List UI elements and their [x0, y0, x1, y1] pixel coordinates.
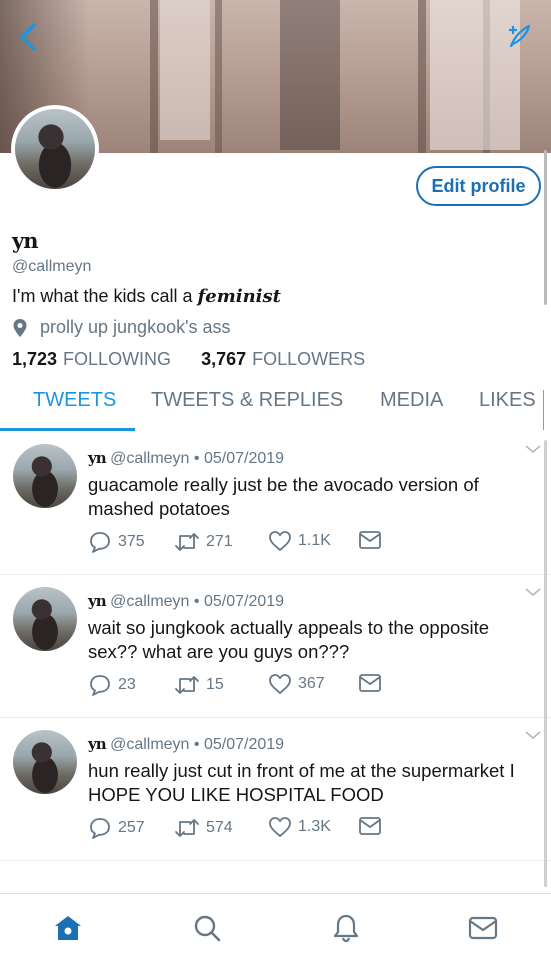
banner-window-pane: [160, 0, 210, 140]
tweet-date: 05/07/2019: [203, 593, 285, 610]
follow-stats: 1,723 FOLLOWING 3,767 FOLLOWERS: [12, 349, 395, 370]
tweet-actions: 375 271 1.1K: [88, 530, 408, 554]
heart-icon: [269, 674, 291, 694]
retweet-icon: [175, 676, 199, 694]
tweet-actions: 257 574 1.3K: [88, 816, 408, 840]
bio-emphasis: feminist: [197, 286, 281, 307]
reply-icon: [90, 532, 110, 553]
tweet-author-name: yn: [88, 735, 107, 753]
envelope-icon: [359, 531, 381, 549]
tweet-meta: yn @callmeyn • 05/07/2019: [88, 449, 285, 467]
reply-count: 257: [118, 819, 145, 836]
chevron-down-icon[interactable]: [525, 587, 541, 597]
tweet-text: wait so jungkook actually appeals to the…: [88, 617, 490, 662]
chevron-down-icon[interactable]: [525, 730, 541, 740]
display-name: yn: [12, 228, 39, 253]
tweet-author-name: yn: [88, 592, 107, 610]
heart-icon: [269, 531, 291, 551]
tweet-meta: yn @callmeyn • 05/07/2019: [88, 592, 285, 610]
edit-profile-button[interactable]: Edit profile: [416, 166, 541, 206]
dm-button[interactable]: [358, 816, 388, 836]
location-text: prolly up jungkook's ass: [40, 317, 231, 337]
tweet-meta: yn @callmeyn • 05/07/2019: [88, 735, 285, 753]
reply-icon: [90, 818, 110, 839]
tweet-avatar[interactable]: [13, 730, 77, 794]
profile-bio: I'm what the kids call a feminist: [12, 286, 281, 307]
chevron-left-icon[interactable]: [14, 20, 44, 54]
tweet[interactable]: yn @callmeyn • 05/07/2019 wait so jungko…: [0, 575, 551, 718]
banner-window-pane: [280, 0, 340, 150]
tweet-date: 05/07/2019: [203, 450, 285, 467]
chevron-down-icon[interactable]: [525, 444, 541, 454]
compose-feather-icon[interactable]: [505, 22, 533, 50]
retweet-count: 271: [206, 533, 233, 550]
tweet-author-handle: @callmeyn: [110, 736, 190, 753]
notifications-icon[interactable]: [330, 912, 362, 944]
following-label: FOLLOWING: [63, 349, 172, 369]
bottom-navigation: [0, 893, 551, 960]
dm-button[interactable]: [358, 673, 388, 693]
retweet-button[interactable]: 15: [174, 673, 224, 697]
following-link[interactable]: 1,723 FOLLOWING: [12, 349, 171, 370]
tab-likes[interactable]: LIKES: [479, 389, 536, 412]
tweet-author-handle: @callmeyn: [110, 593, 190, 610]
tweet-author-name: yn: [88, 449, 107, 467]
retweet-button[interactable]: 574: [174, 816, 233, 840]
like-count: 1.3K: [298, 818, 331, 835]
tab-media[interactable]: MEDIA: [380, 389, 443, 412]
retweet-count: 15: [206, 676, 224, 693]
reply-icon: [90, 675, 110, 696]
search-icon[interactable]: [191, 912, 223, 944]
like-button[interactable]: 367: [268, 673, 325, 695]
followers-count: 3,767: [201, 349, 247, 369]
active-tab-indicator: [0, 428, 135, 431]
like-count: 367: [298, 675, 325, 692]
retweet-count: 574: [206, 819, 233, 836]
like-button[interactable]: 1.1K: [268, 530, 331, 552]
following-count: 1,723: [12, 349, 58, 369]
scrollbar[interactable]: [544, 150, 547, 305]
avatar-image: [15, 109, 95, 189]
retweet-icon: [175, 533, 199, 551]
bio-text: I'm what the kids call a: [12, 286, 198, 306]
envelope-icon: [359, 817, 381, 835]
tweet-date: 05/07/2019: [203, 736, 285, 753]
tweet-actions: 23 15 367: [88, 673, 408, 697]
tweet-text: hun really just cut in front of me at th…: [88, 760, 515, 805]
retweet-button[interactable]: 271: [174, 530, 233, 554]
tweet-text: guacamole really just be the avocado ver…: [88, 474, 479, 519]
map-pin-icon: [13, 318, 27, 337]
like-button[interactable]: 1.3K: [268, 816, 331, 838]
messages-icon[interactable]: [467, 912, 499, 944]
tweet[interactable]: yn @callmeyn • 05/07/2019 guacamole real…: [0, 432, 551, 575]
reply-count: 23: [118, 676, 136, 693]
divider: [543, 390, 544, 430]
followers-link[interactable]: 3,767 FOLLOWERS: [201, 349, 365, 370]
tweet[interactable]: yn @callmeyn • 05/07/2019 hun really jus…: [0, 718, 551, 861]
profile-handle: @callmeyn: [12, 258, 92, 275]
tweet-avatar[interactable]: [13, 587, 77, 651]
home-icon[interactable]: [52, 912, 84, 944]
heart-icon: [269, 817, 291, 837]
profile-avatar[interactable]: [11, 105, 99, 193]
reply-button[interactable]: 257: [88, 816, 145, 840]
envelope-icon: [359, 674, 381, 692]
dm-button[interactable]: [358, 530, 388, 550]
profile-location: prolly up jungkook's ass: [12, 317, 231, 338]
retweet-icon: [175, 819, 199, 837]
followers-label: FOLLOWERS: [252, 349, 366, 369]
tweet-avatar[interactable]: [13, 444, 77, 508]
tweet-author-handle: @callmeyn: [110, 450, 190, 467]
reply-count: 375: [118, 533, 145, 550]
tab-tweets-replies[interactable]: TWEETS & REPLIES: [151, 389, 343, 412]
reply-button[interactable]: 375: [88, 530, 145, 554]
profile-tabs: TWEETS TWEETS & REPLIES MEDIA LIKES: [0, 385, 551, 431]
like-count: 1.1K: [298, 532, 331, 549]
reply-button[interactable]: 23: [88, 673, 136, 697]
scrollbar[interactable]: [544, 440, 547, 887]
tab-tweets[interactable]: TWEETS: [33, 389, 116, 412]
